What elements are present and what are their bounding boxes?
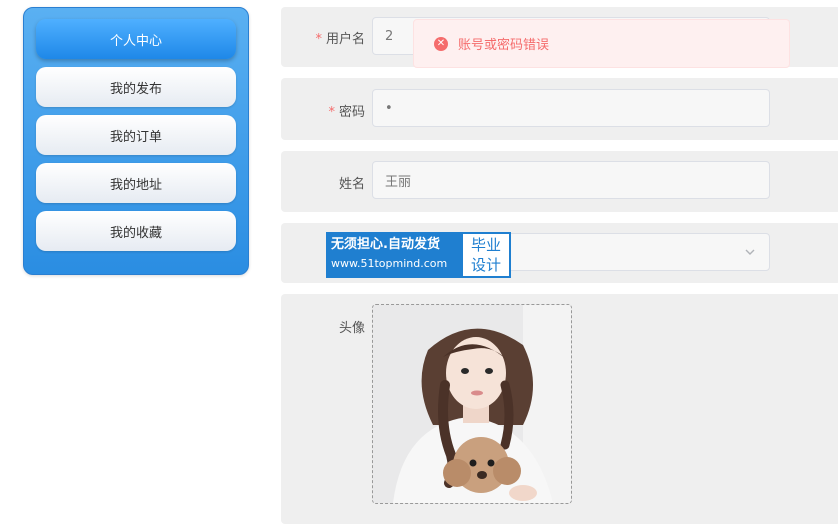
form-row-password: * 密码 <box>281 78 838 140</box>
form-row-name: 姓名 <box>281 151 838 212</box>
sidebar-item-label: 我的订单 <box>109 129 162 145</box>
watermark-badge-top: 毕业 <box>470 236 501 254</box>
sidebar-item-label: 个人中心 <box>109 33 162 49</box>
user-center-sidebar: 个人中心 我的发布 我的订单 我的地址 我的收藏 <box>23 7 249 275</box>
chevron-down-icon <box>745 249 755 255</box>
name-input[interactable] <box>372 161 770 199</box>
sidebar-item-label: 我的收藏 <box>109 225 162 241</box>
error-toast: ✕ 账号或密码错误 <box>413 19 790 68</box>
form-row-avatar: 头像 <box>281 294 838 524</box>
sidebar-item-my-address[interactable]: 我的地址 <box>36 163 236 203</box>
watermark-text-block: 无须担心.自动发货 www.51topmind.com <box>326 232 461 278</box>
toast-message: 账号或密码错误 <box>458 38 550 53</box>
sidebar-item-my-posts[interactable]: 我的发布 <box>36 67 236 107</box>
avatar-label: 头像 <box>338 321 365 336</box>
sidebar-item-my-orders[interactable]: 我的订单 <box>36 115 236 155</box>
sidebar-item-label: 我的地址 <box>109 177 162 193</box>
password-input[interactable] <box>372 89 770 127</box>
watermark-badge-bottom: 设计 <box>470 256 501 274</box>
watermark-badge: 毕业 设计 <box>461 232 511 278</box>
watermark-url: www.51topmind.com <box>331 257 448 270</box>
watermark: 无须担心.自动发货 www.51topmind.com 毕业 设计 <box>326 232 511 278</box>
password-label: * 密码 <box>328 105 365 120</box>
name-label: 姓名 <box>338 177 365 192</box>
avatar-image <box>373 305 571 503</box>
avatar-upload[interactable] <box>372 304 572 504</box>
username-label: * 用户名 <box>315 32 365 47</box>
sidebar-item-personal-center[interactable]: 个人中心 <box>36 19 236 59</box>
sidebar-item-my-favorites[interactable]: 我的收藏 <box>36 211 236 251</box>
error-circle-icon: ✕ <box>434 36 448 51</box>
watermark-slogan: 无须担心.自动发货 <box>331 237 440 252</box>
sidebar-item-label: 我的发布 <box>109 81 162 97</box>
